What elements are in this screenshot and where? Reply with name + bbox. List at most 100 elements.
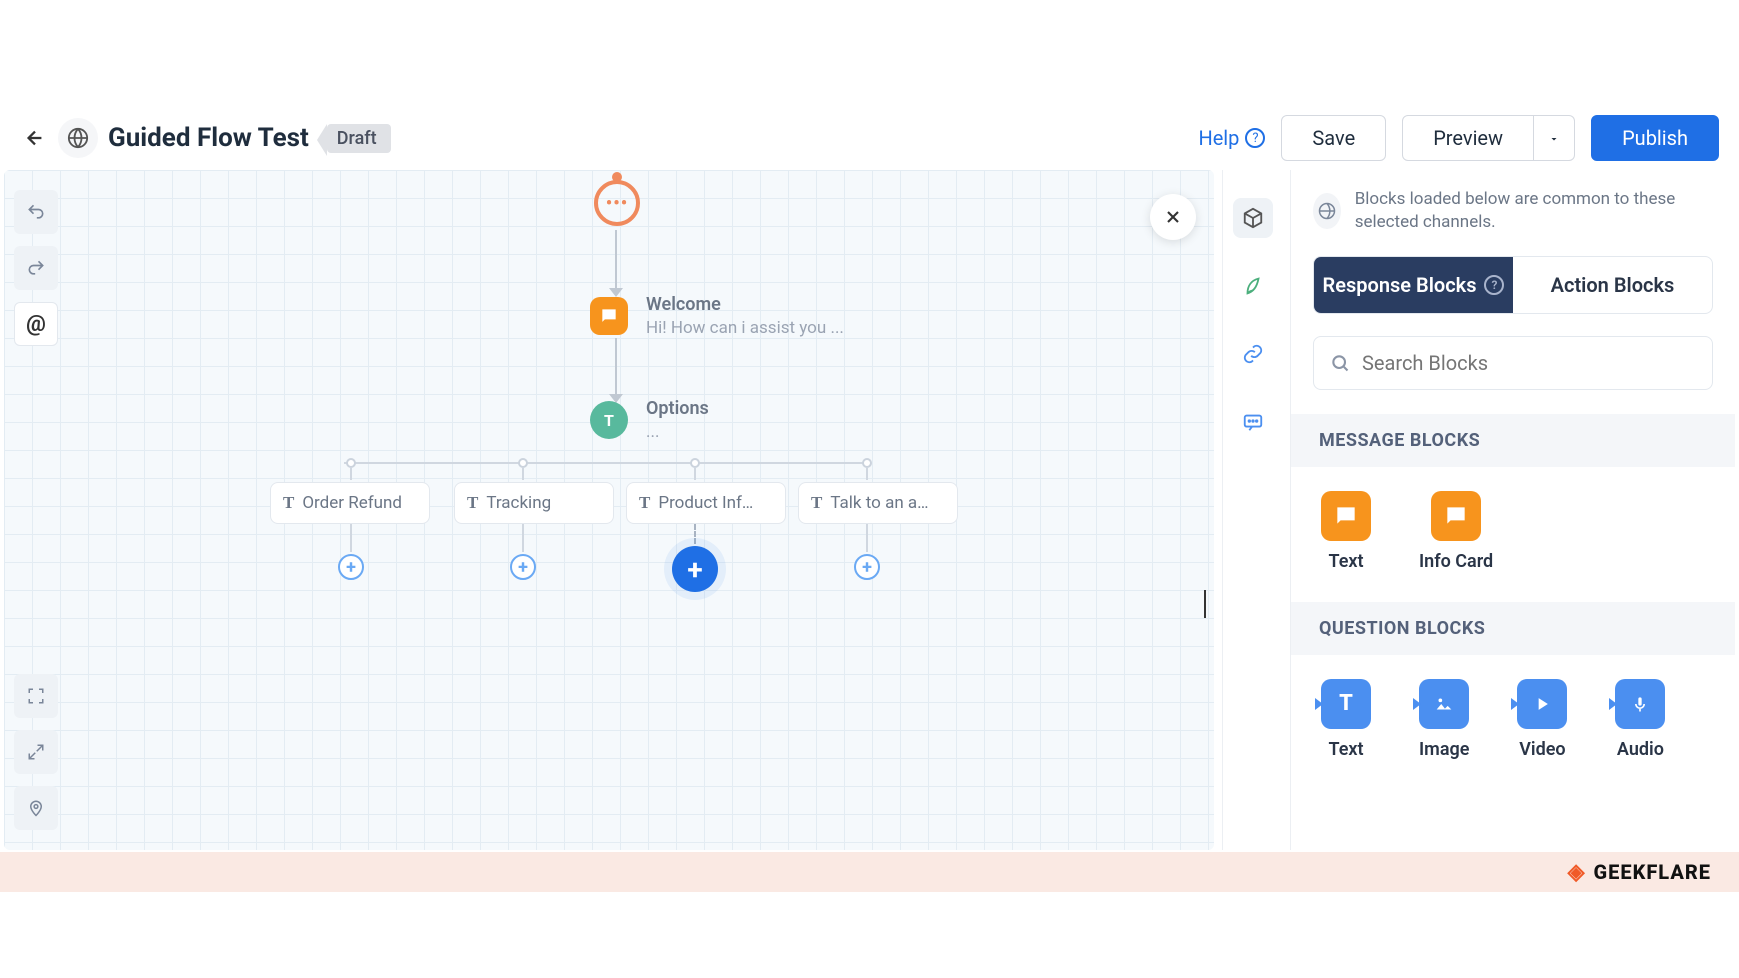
globe-icon [67,127,89,149]
undo-icon [26,202,46,222]
search-icon [1330,353,1350,373]
block-info-card[interactable]: Info Card [1419,491,1493,572]
start-node[interactable]: ••• [594,180,640,226]
undo-button[interactable] [14,190,58,234]
expand-arrows-icon [27,743,45,761]
rail-blocks-button[interactable] [1233,198,1273,238]
connector-line [866,524,868,552]
close-panel-button[interactable] [1150,194,1196,240]
question-blocks-grid: T Text Image Video Audio [1313,655,1713,766]
leaf-icon [1242,275,1264,297]
option-label: Tracking [486,493,551,513]
caret-down-icon [1548,133,1560,145]
add-node-button[interactable]: + [854,554,880,580]
options-node-icon: T [590,401,628,439]
status-tag: Draft [327,124,391,153]
q-image-icon [1419,679,1469,729]
connector-line [615,230,617,290]
tab-action-blocks[interactable]: Action Blocks [1513,257,1712,313]
preview-dropdown-button[interactable] [1534,115,1575,161]
canvas-tools-bottom [14,674,58,830]
panel-info-text: Blocks loaded below are common to these … [1355,188,1713,234]
option-card-tracking[interactable]: TTracking [454,482,614,524]
welcome-subtitle: Hi! How can i assist you ... [646,318,844,338]
add-node-button-active[interactable]: + [672,546,718,592]
cube-icon [1242,207,1264,229]
text-type-icon: T [639,493,650,513]
branch-drop [694,468,696,480]
block-label: Video [1519,739,1565,760]
rail-flow-button[interactable] [1233,266,1273,306]
block-text[interactable]: Text [1321,491,1371,572]
qblock-text[interactable]: T Text [1321,679,1371,760]
qblock-audio[interactable]: Audio [1615,679,1665,760]
search-blocks-field[interactable] [1313,336,1713,390]
block-label: Audio [1617,739,1664,760]
option-card-talk-agent[interactable]: T Talk to an a… [798,482,958,524]
section-question-blocks: QUESTION BLOCKS [1291,602,1735,655]
save-button[interactable]: Save [1281,115,1386,161]
welcome-node[interactable]: Welcome Hi! How can i assist you ... [590,294,844,338]
help-icon: ? [1484,275,1504,295]
block-label: Info Card [1419,551,1493,572]
fit-view-button[interactable] [14,674,58,718]
option-card-order-refund[interactable]: TOrder Refund [270,482,430,524]
tab-response-blocks[interactable]: Response Blocks ? [1314,257,1513,313]
redo-button[interactable] [14,246,58,290]
side-rail [1222,170,1282,850]
rail-link-button[interactable] [1233,334,1273,374]
options-subtitle: ... [646,422,709,442]
option-label: Order Refund [302,493,402,513]
expand-button[interactable] [14,730,58,774]
options-node-text: Options ... [646,398,709,442]
flow-title: Guided Flow Test [108,123,309,153]
publish-button[interactable]: Publish [1591,115,1719,161]
close-icon [1163,207,1183,227]
connector-dashed [694,524,696,544]
option-label: Product Inf… [658,493,753,513]
qblock-image[interactable]: Image [1419,679,1469,760]
brand-watermark: ◈ GEEKFLARE [1568,860,1711,885]
canvas-tools-top: @ [14,190,58,346]
back-button[interactable] [20,123,50,153]
search-input[interactable] [1362,351,1696,375]
option-label: Talk to an a… [830,493,928,513]
block-label: Text [1328,551,1363,572]
connector-line [615,338,617,396]
qblock-video[interactable]: Video [1517,679,1567,760]
link-icon [1242,343,1264,365]
more-icon: ••• [606,193,628,214]
rail-chat-button[interactable] [1233,402,1273,442]
block-label: Text [1328,739,1363,760]
channel-globe-button[interactable] [58,118,98,158]
text-type-icon: T [811,493,822,513]
channel-scope-icon [1313,193,1341,229]
arrow-left-icon [24,127,46,149]
branch-drop [522,468,524,480]
q-text-icon: T [1321,679,1371,729]
help-link[interactable]: Help ? [1198,126,1265,150]
branch-junction [518,458,528,468]
locate-button[interactable] [14,786,58,830]
topbar-actions: Help ? Save Preview Publish [1198,115,1719,161]
add-node-button[interactable]: + [510,554,536,580]
welcome-title: Welcome [646,294,844,315]
mention-button[interactable]: @ [14,302,58,346]
option-card-product-info[interactable]: T Product Inf… [626,482,786,524]
brand-logo-icon: ◈ [1568,860,1586,885]
preview-button-group: Preview [1402,115,1575,161]
tab-label: Action Blocks [1551,273,1675,297]
options-node[interactable]: T Options ... [590,398,709,442]
branch-junction [346,458,356,468]
add-node-button[interactable]: + [338,554,364,580]
flow-canvas[interactable]: @ ••• Welcome Hi! How can i assist you .… [4,170,1214,850]
help-icon: ? [1245,128,1265,148]
text-icon [1321,491,1371,541]
connector-line [350,524,352,552]
top-bar: Guided Flow Test Draft Help ? Save Previ… [0,108,1739,168]
redo-icon [26,258,46,278]
branch-junction [690,458,700,468]
panel-info: Blocks loaded below are common to these … [1313,188,1713,234]
preview-button[interactable]: Preview [1402,115,1534,161]
branch-line [344,462,869,464]
